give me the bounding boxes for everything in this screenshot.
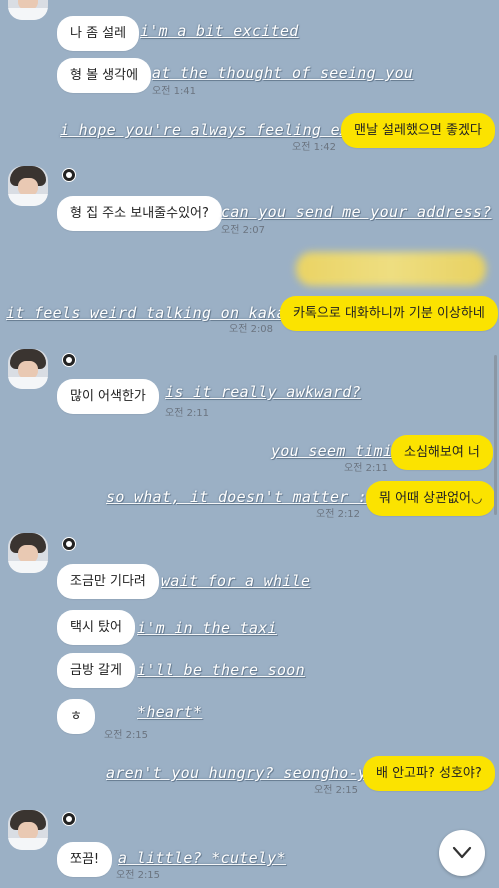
message-timestamp: 오전 2:11: [344, 463, 389, 474]
message-timestamp: 오전 2:11: [165, 408, 210, 419]
message-timestamp: 오전 1:41: [152, 86, 197, 97]
message-text: 택시 탔어: [70, 620, 122, 635]
translation-text: a little? *cutely*: [118, 849, 286, 867]
outgoing-bubble[interactable]: 배 안고파? 성호야?: [363, 756, 495, 791]
profile-badge-icon: [62, 812, 76, 826]
incoming-bubble[interactable]: 조금만 기다려: [57, 564, 159, 599]
translation-text: you seem timid: [271, 442, 402, 460]
message-text: 맨날 설레했으면 좋겠다: [354, 123, 482, 138]
sender-avatar[interactable]: [8, 166, 48, 206]
translation-text: i'm in the taxi: [137, 619, 277, 637]
translation-text: i'm a bit excited: [140, 22, 299, 40]
sender-avatar[interactable]: [8, 533, 48, 573]
message-text: 뭐 어때 상관없어◡: [379, 491, 483, 506]
chevron-down-icon: [452, 846, 472, 859]
outgoing-bubble[interactable]: 소심해보여 너: [391, 435, 493, 470]
incoming-bubble[interactable]: ㅎ: [57, 699, 95, 734]
message-timestamp: 오전 1:42: [292, 142, 337, 153]
incoming-bubble[interactable]: 택시 탔어: [57, 610, 135, 645]
incoming-bubble[interactable]: 형 집 주소 보내줄수있어?: [57, 196, 222, 231]
message-text: 많이 어색한가: [70, 389, 146, 404]
incoming-bubble[interactable]: 금방 갈게: [57, 653, 135, 688]
message-timestamp: 오전 2:12: [316, 509, 361, 520]
translation-text: is it really awkward?: [165, 383, 361, 401]
profile-badge-icon: [62, 537, 76, 551]
outgoing-bubble[interactable]: 카톡으로 대화하니까 기분 이상하네: [280, 296, 498, 331]
incoming-bubble[interactable]: 나 좀 설레: [57, 16, 140, 51]
scrollbar[interactable]: [494, 355, 497, 515]
message-text: 나 좀 설레: [70, 26, 127, 41]
message-timestamp: 오전 2:15: [116, 870, 161, 881]
translation-text: *heart*: [137, 703, 203, 721]
sender-avatar[interactable]: [8, 810, 48, 850]
blurred-message: [296, 252, 486, 286]
message-text: 형 집 주소 보내줄수있어?: [70, 206, 209, 221]
translation-text: so what, it doesn't matter :): [106, 488, 377, 506]
translation-text: i'll be there soon: [137, 661, 305, 679]
translation-text: can you send me your address?: [221, 203, 492, 221]
message-text: 조금만 기다려: [70, 574, 146, 589]
incoming-bubble[interactable]: 쪼끔!: [57, 842, 113, 877]
message-text: 카톡으로 대화하니까 기분 이상하네: [293, 306, 485, 321]
message-text: ㅎ: [70, 709, 82, 724]
sender-avatar[interactable]: [8, 0, 48, 20]
profile-badge-icon: [62, 168, 76, 182]
message-timestamp: 오전 2:15: [104, 730, 149, 741]
incoming-bubble[interactable]: 형 볼 생각에: [57, 58, 152, 93]
incoming-bubble[interactable]: 많이 어색한가: [57, 379, 159, 414]
outgoing-bubble[interactable]: 뭐 어때 상관없어◡: [366, 481, 496, 516]
translation-text: aren't you hungry? seongho-ya?: [106, 764, 386, 782]
translation-text: wait for a while: [161, 572, 311, 590]
message-text: 소심해보여 너: [404, 445, 480, 460]
outgoing-bubble[interactable]: 맨날 설레했으면 좋겠다: [341, 113, 495, 148]
message-timestamp: 오전 2:07: [221, 225, 266, 236]
message-text: 배 안고파? 성호야?: [376, 766, 482, 781]
message-timestamp: 오전 2:08: [229, 324, 274, 335]
sender-avatar[interactable]: [8, 349, 48, 389]
message-text: 금방 갈게: [70, 663, 122, 678]
scroll-to-bottom-button[interactable]: [439, 830, 485, 876]
message-text: 형 볼 생각에: [70, 68, 139, 83]
message-timestamp: 오전 2:15: [314, 785, 359, 796]
profile-badge-icon: [62, 353, 76, 367]
message-text: 쪼끔!: [70, 852, 100, 867]
translation-text: at the thought of seeing you: [152, 64, 414, 82]
